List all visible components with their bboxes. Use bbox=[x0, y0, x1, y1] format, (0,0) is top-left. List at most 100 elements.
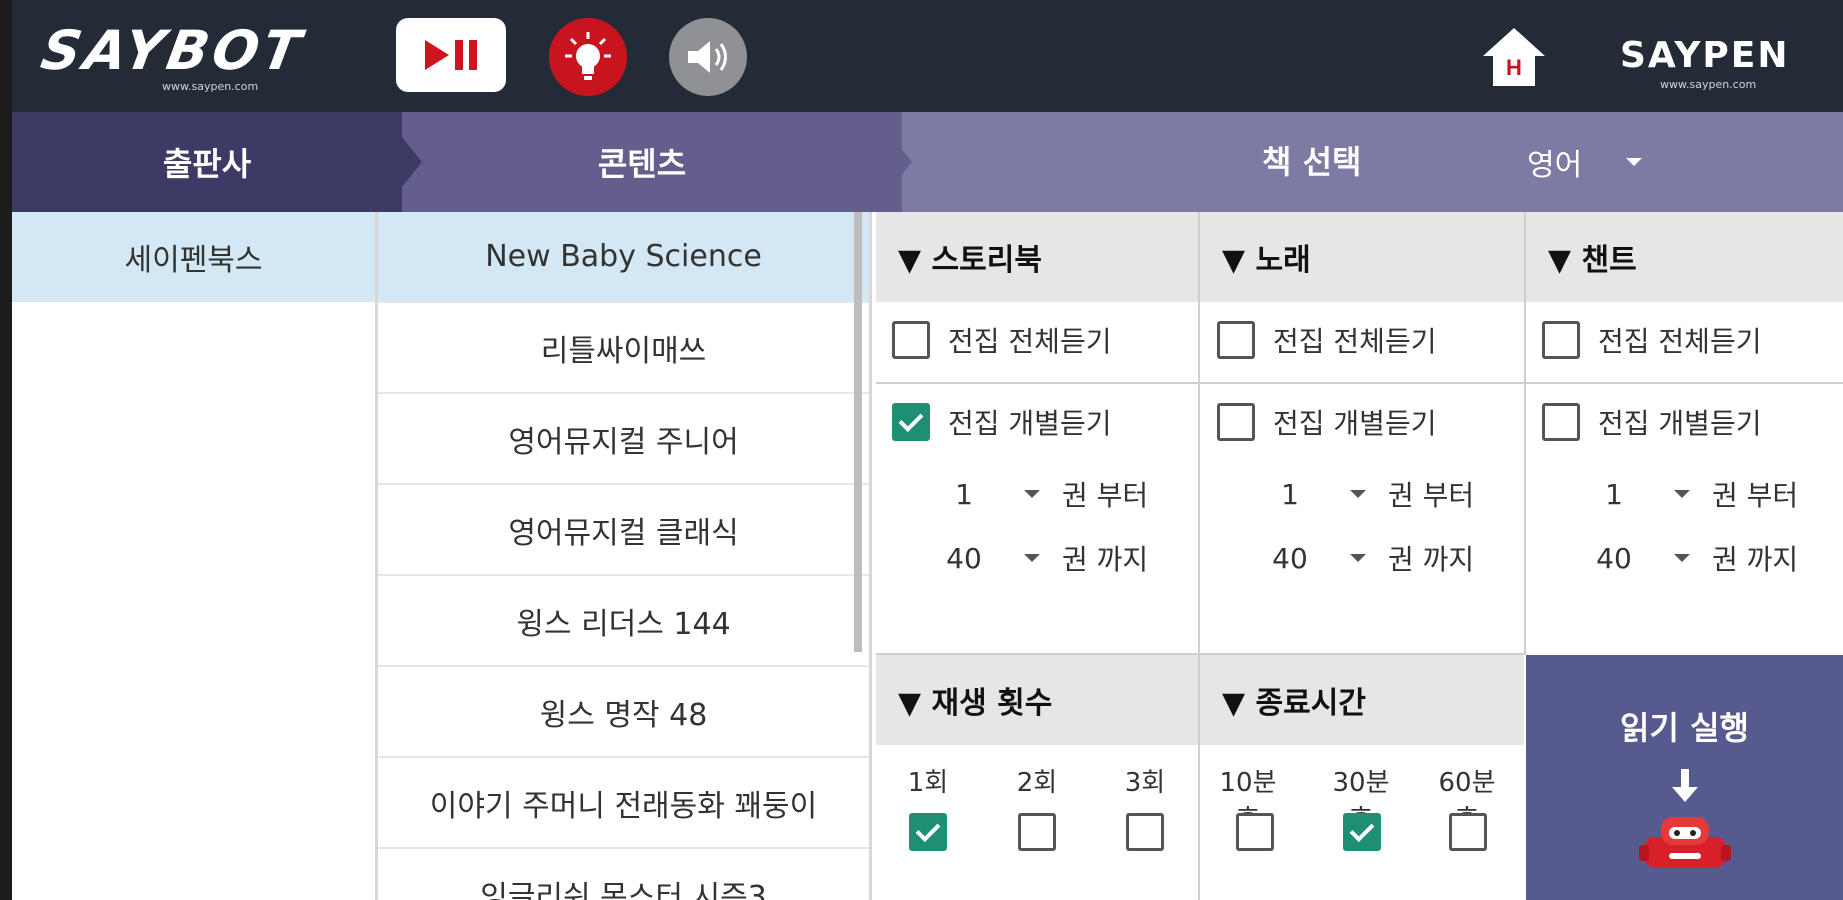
svg-text:H: H bbox=[1506, 55, 1522, 80]
contents-list: New Baby Science 리틀싸이매쓰 영어뮤지컬 주니어 영어뮤지컬 … bbox=[378, 212, 872, 900]
saypen-logo: SAYPEN www.saypen.com bbox=[1620, 38, 1820, 98]
end-60min-checkbox[interactable] bbox=[1449, 813, 1487, 851]
chevron-down-icon bbox=[1626, 158, 1643, 166]
contents-item[interactable]: New Baby Science bbox=[378, 212, 869, 303]
song-listen-all-label: 전집 전체듣기 bbox=[1273, 325, 1437, 358]
chant-listen-all-checkbox[interactable] bbox=[1542, 321, 1580, 359]
chant-from-suffix: 권 부터 bbox=[1712, 479, 1799, 512]
chevron-down-icon bbox=[1024, 490, 1040, 498]
storybook-from-select[interactable]: 1 권 부터 bbox=[934, 474, 1148, 514]
speaker-icon bbox=[688, 41, 727, 73]
contents-item-label: New Baby Science bbox=[485, 239, 762, 274]
chant-from-value: 1 bbox=[1605, 477, 1623, 511]
contents-item[interactable]: 리틀싸이매쓰 bbox=[378, 303, 869, 394]
contents-item[interactable]: 잉글리쉬 몬스터 시즌3 bbox=[378, 849, 869, 900]
chant-listen-all-label: 전집 전체듣기 bbox=[1598, 325, 1762, 358]
top-bar: SAYBOT www.saypen.com H SAYPEN www.saype… bbox=[12, 0, 1843, 112]
contents-item-label: 리틀싸이매쓰 bbox=[540, 333, 707, 369]
song-listen-all[interactable]: 전집 전체듣기 bbox=[1217, 320, 1436, 360]
chevron-down-icon bbox=[1024, 554, 1040, 562]
publisher-list: 세이펜북스 bbox=[12, 212, 378, 900]
storybook-listen-each-checkbox[interactable] bbox=[892, 403, 930, 441]
run-reading-label: 읽기 실행 bbox=[1620, 709, 1749, 747]
contents-scrollbar[interactable] bbox=[854, 212, 862, 652]
song-from-select[interactable]: 1 권 부터 bbox=[1260, 474, 1474, 514]
repeat-3-checkbox[interactable] bbox=[1126, 813, 1164, 851]
chant-to-select[interactable]: 40 권 까지 bbox=[1584, 538, 1798, 578]
chevron-down-icon bbox=[1350, 554, 1366, 562]
song-from-value: 1 bbox=[1281, 477, 1299, 511]
storybook-listen-all[interactable]: 전집 전체듣기 bbox=[892, 320, 1111, 360]
storybook-to-value: 40 bbox=[946, 541, 982, 575]
language-dropdown[interactable]: 영어 bbox=[1527, 112, 1667, 212]
play-pause-button[interactable] bbox=[396, 18, 506, 92]
song-header: ▼ 노래 bbox=[1200, 212, 1524, 302]
publisher-item[interactable]: 세이펜북스 bbox=[12, 212, 375, 302]
song-listen-each-checkbox[interactable] bbox=[1217, 403, 1255, 441]
chant-listen-each-checkbox[interactable] bbox=[1542, 403, 1580, 441]
end-time-header: ▼ 종료시간 bbox=[1200, 655, 1524, 745]
saybot-logo-text: SAYBOT bbox=[36, 19, 310, 82]
saypen-logo-text: SAYPEN bbox=[1620, 35, 1790, 76]
repeat-option-label: 2회 bbox=[1016, 768, 1058, 798]
repeat-1-checkbox[interactable] bbox=[909, 813, 947, 851]
chevron-down-icon bbox=[1350, 490, 1366, 498]
storybook-listen-each-label: 전집 개별듣기 bbox=[948, 407, 1112, 440]
chant-to-suffix: 권 까지 bbox=[1712, 543, 1799, 576]
song-listen-each[interactable]: 전집 개별듣기 bbox=[1217, 402, 1436, 442]
chant-listen-each-label: 전집 개별듣기 bbox=[1598, 407, 1762, 440]
chant-from-select[interactable]: 1 권 부터 bbox=[1584, 474, 1798, 514]
publisher-header-arrow bbox=[382, 112, 422, 212]
storybook-listen-each[interactable]: 전집 개별듣기 bbox=[892, 402, 1111, 442]
saypen-logo-url: www.saypen.com bbox=[1660, 78, 1757, 91]
storybook-to-select[interactable]: 40 권 까지 bbox=[934, 538, 1148, 578]
storybook-listen-all-label: 전집 전체듣기 bbox=[948, 325, 1112, 358]
repeat-count-header: ▼ 재생 횟수 bbox=[876, 655, 1198, 745]
home-icon: H bbox=[1483, 28, 1545, 86]
contents-header: 콘텐츠 bbox=[382, 112, 902, 212]
book-select-title: 책 선택 bbox=[1262, 143, 1362, 181]
lightbulb-icon bbox=[565, 32, 611, 80]
robot-icon bbox=[1638, 817, 1731, 867]
contents-item[interactable]: 영어뮤지컬 주니어 bbox=[378, 394, 869, 485]
language-dropdown-value: 영어 bbox=[1527, 148, 1583, 183]
contents-item[interactable]: 윙스 명작 48 bbox=[378, 667, 869, 758]
song-listen-all-checkbox[interactable] bbox=[1217, 321, 1255, 359]
play-pause-icon bbox=[425, 40, 477, 70]
end-10min-checkbox[interactable] bbox=[1236, 813, 1274, 851]
song-to-value: 40 bbox=[1272, 541, 1308, 575]
storybook-header: ▼ 스토리북 bbox=[876, 212, 1198, 302]
song-listen-each-label: 전집 개별듣기 bbox=[1273, 407, 1437, 440]
song-to-select[interactable]: 40 권 까지 bbox=[1260, 538, 1474, 578]
contents-item[interactable]: 이야기 주머니 전래동화 꽤둥이 bbox=[378, 758, 869, 849]
storybook-from-suffix: 권 부터 bbox=[1062, 479, 1149, 512]
chant-listen-all[interactable]: 전집 전체듣기 bbox=[1542, 320, 1761, 360]
hint-button[interactable] bbox=[549, 18, 627, 96]
contents-item-label: 이야기 주머니 전래동화 꽤둥이 bbox=[429, 788, 818, 824]
chant-to-value: 40 bbox=[1596, 541, 1632, 575]
contents-item-label: 윙스 리더스 144 bbox=[516, 606, 731, 642]
row-divider bbox=[876, 382, 1843, 384]
contents-item-label: 영어뮤지컬 클래식 bbox=[508, 515, 739, 551]
home-button[interactable]: H bbox=[1474, 18, 1554, 96]
song-from-suffix: 권 부터 bbox=[1388, 479, 1475, 512]
app-window: SAYBOT www.saypen.com H SAYPEN www.saype… bbox=[12, 0, 1843, 900]
contents-item-label: 잉글리쉬 몬스터 시즌3 bbox=[480, 879, 767, 900]
chevron-down-icon bbox=[1674, 554, 1690, 562]
storybook-listen-all-checkbox[interactable] bbox=[892, 321, 930, 359]
saybot-logo: SAYBOT www.saypen.com bbox=[37, 19, 312, 94]
repeat-2-checkbox[interactable] bbox=[1018, 813, 1056, 851]
repeat-option-label: 1회 bbox=[907, 768, 949, 798]
contents-item-label: 영어뮤지컬 주니어 bbox=[508, 424, 739, 460]
contents-item[interactable]: 영어뮤지컬 클래식 bbox=[378, 485, 869, 576]
end-30min-checkbox[interactable] bbox=[1343, 813, 1381, 851]
contents-item[interactable]: 윙스 리더스 144 bbox=[378, 576, 869, 667]
chevron-down-icon bbox=[1674, 490, 1690, 498]
contents-item-label: 윙스 명작 48 bbox=[539, 697, 708, 733]
repeat-option-label: 3회 bbox=[1124, 768, 1166, 798]
run-reading-button[interactable]: 읽기 실행 bbox=[1526, 655, 1843, 900]
contents-header-arrow bbox=[872, 112, 912, 212]
chant-listen-each[interactable]: 전집 개별듣기 bbox=[1542, 402, 1761, 442]
storybook-to-suffix: 권 까지 bbox=[1062, 543, 1149, 576]
sound-button[interactable] bbox=[669, 18, 747, 96]
